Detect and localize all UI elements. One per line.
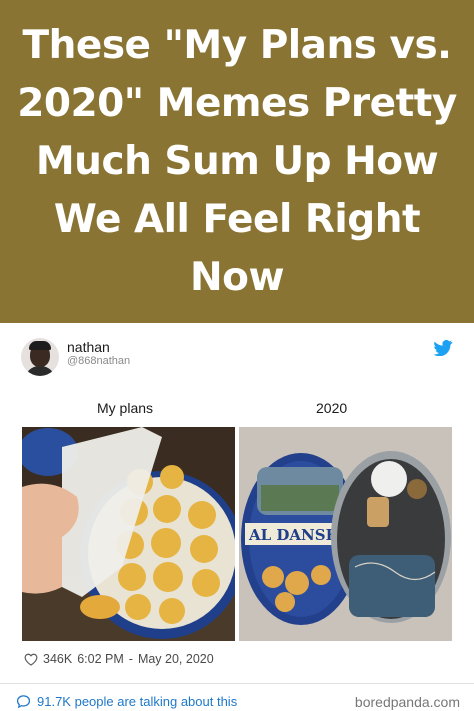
meta-separator: - [128, 652, 133, 666]
label-my-plans: My plans [97, 400, 154, 416]
avatar[interactable] [21, 338, 59, 376]
photo-cookie-tin-sewing-kit[interactable]: AL DANSK [239, 427, 452, 641]
svg-text:AL DANSK: AL DANSK [248, 526, 340, 544]
tweet-time[interactable]: 6:02 PM [77, 652, 124, 666]
twitter-bird-icon[interactable] [433, 340, 453, 356]
heart-icon[interactable] [24, 653, 38, 666]
user-handle[interactable]: @868nathan [67, 355, 130, 367]
user-name[interactable]: nathan [67, 339, 110, 355]
headline: These "My Plans vs. 2020" Memes Pretty M… [17, 22, 457, 300]
like-count: 346K [43, 652, 73, 666]
tweet-date[interactable]: May 20, 2020 [138, 652, 214, 666]
photo-cookie-tin-cookies[interactable] [22, 427, 235, 641]
comment-icon [16, 695, 31, 709]
tweet-meta: 346K 6:02 PM - May 20, 2020 [24, 652, 214, 666]
title-banner: These "My Plans vs. 2020" Memes Pretty M… [0, 0, 474, 323]
brand-watermark: boredpanda.com [354, 694, 460, 710]
talking-link[interactable]: 91.7K people are talking about this [16, 694, 237, 709]
talking-text[interactable]: 91.7K people are talking about this [37, 694, 237, 709]
label-2020: 2020 [316, 400, 348, 416]
divider [0, 683, 474, 684]
